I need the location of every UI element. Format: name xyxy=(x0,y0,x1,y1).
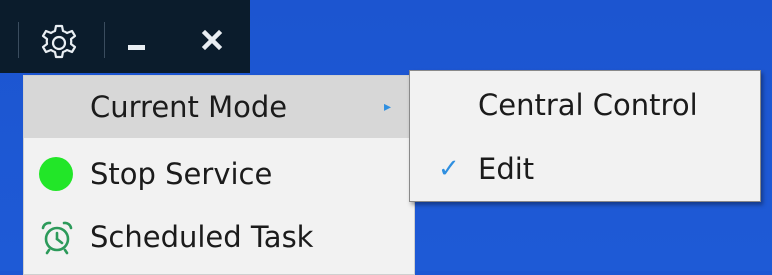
submenu-item-label: Central Control xyxy=(478,88,698,122)
close-icon[interactable] xyxy=(198,26,226,54)
alarm-clock-icon xyxy=(41,221,73,255)
green-status-dot-icon xyxy=(39,157,73,191)
titlebar-separator xyxy=(18,22,19,58)
menu-item-scheduled-task[interactable]: Scheduled Task xyxy=(24,206,414,268)
submenu-item-edit[interactable]: ✓ Edit xyxy=(410,137,760,201)
titlebar-separator xyxy=(104,22,105,58)
minimize-icon[interactable] xyxy=(124,33,150,51)
app-titlebar xyxy=(0,0,250,73)
menu-item-label: Stop Service xyxy=(90,157,273,191)
gear-icon[interactable] xyxy=(38,22,80,64)
menu-item-current-mode[interactable]: Current Mode ▸ xyxy=(24,76,414,138)
checkmark-icon: ✓ xyxy=(438,154,460,184)
menu-item-stop-service[interactable]: Stop Service xyxy=(24,143,414,205)
submenu-item-label: Edit xyxy=(478,152,535,186)
context-menu: Current Mode ▸ Stop Service Scheduled Ta… xyxy=(23,75,415,275)
current-mode-submenu: Central Control ✓ Edit xyxy=(409,70,761,202)
submenu-item-central-control[interactable]: Central Control xyxy=(410,73,760,137)
menu-item-label: Scheduled Task xyxy=(90,220,314,254)
menu-item-label: Current Mode xyxy=(90,90,288,124)
submenu-arrow-icon: ▸ xyxy=(384,99,392,115)
